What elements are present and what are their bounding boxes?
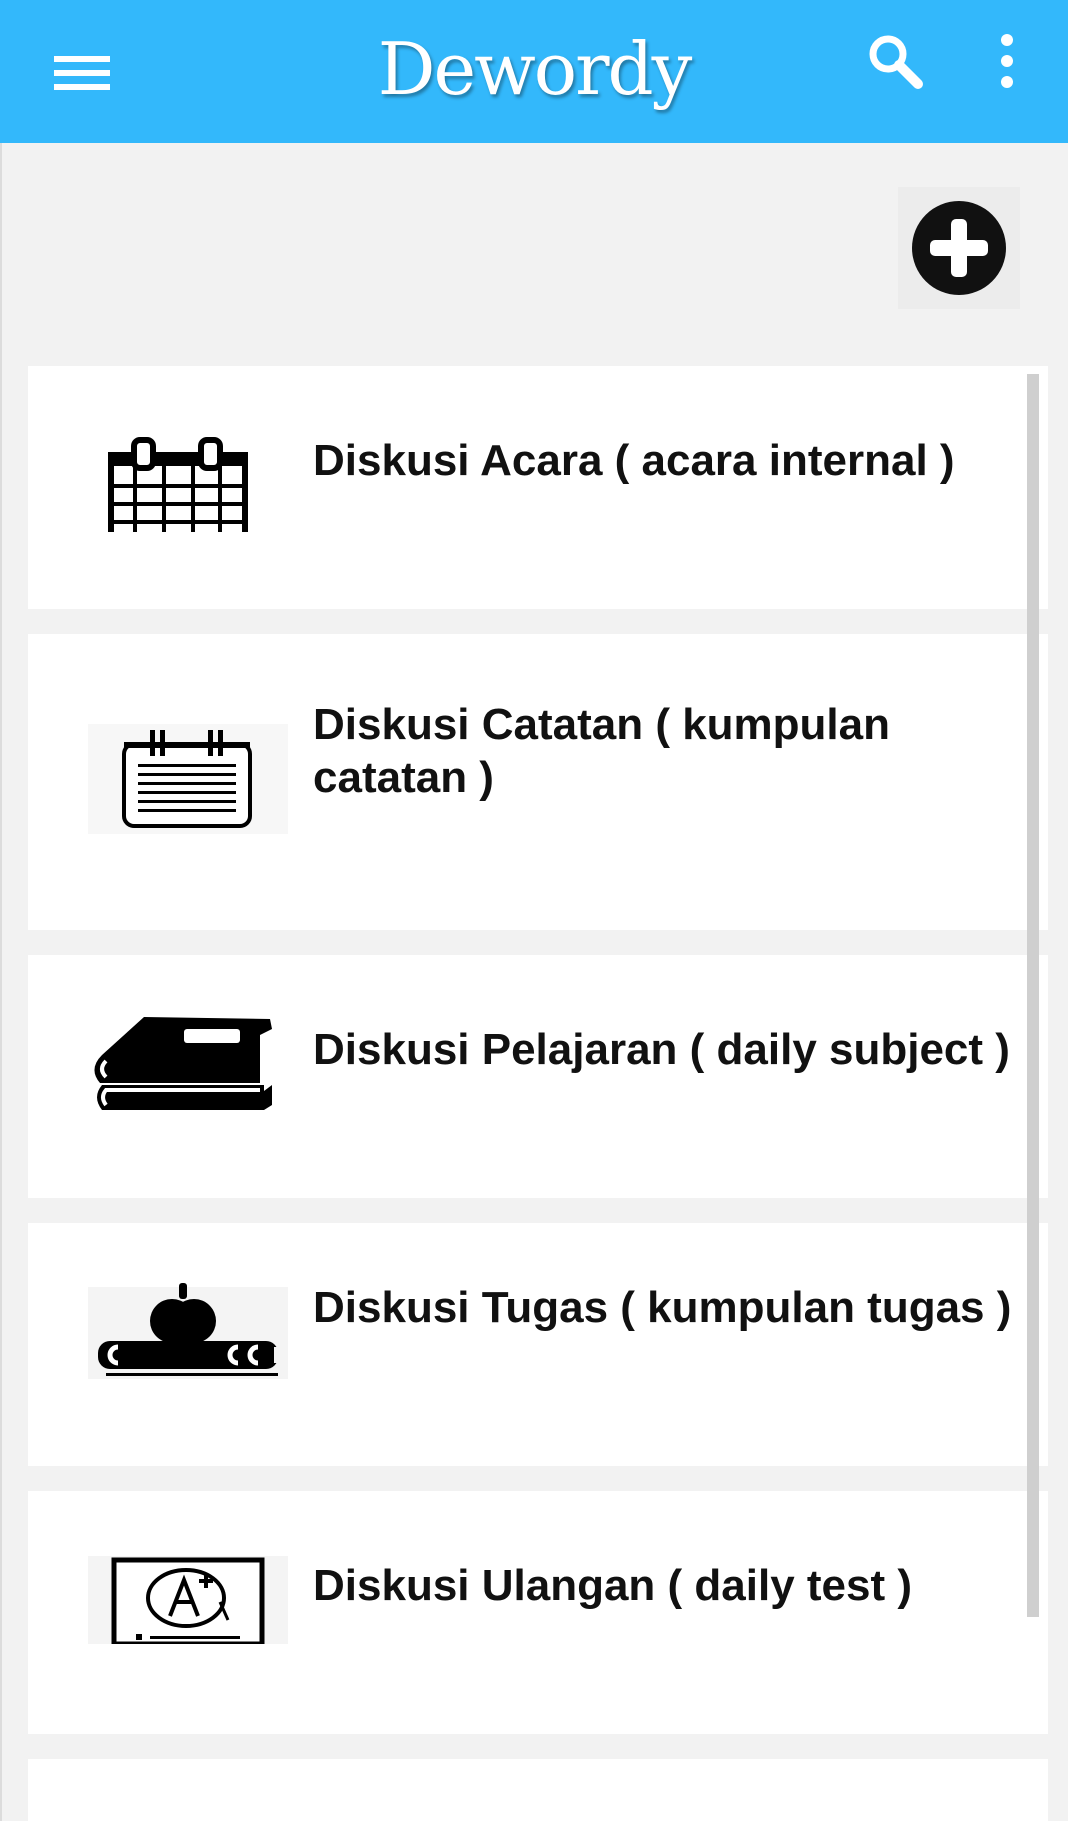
menu-bar-middle: [54, 70, 110, 76]
notepad-icon: [88, 724, 288, 834]
dot-1: [1001, 34, 1013, 46]
calendar-icon: [88, 436, 288, 532]
discussion-item-tugas[interactable]: Diskusi Tugas ( kumpulan tugas ): [28, 1223, 1048, 1466]
search-icon[interactable]: [860, 26, 930, 96]
more-vertical-icon[interactable]: [985, 26, 1029, 96]
books-icon: [88, 1015, 288, 1110]
discussion-label: Diskusi Acara ( acara internal ): [313, 436, 955, 485]
dot-2: [1001, 55, 1013, 67]
app-title: Dewordy: [377, 27, 693, 111]
dot-3: [1001, 76, 1013, 88]
discussion-item-catatan[interactable]: Diskusi Catatan ( kumpulan catatan ): [28, 634, 1048, 930]
discussion-item-acara[interactable]: Diskusi Acara ( acara internal ): [28, 366, 1048, 609]
menu-bar-top: [54, 56, 110, 62]
discussion-label: Diskusi Pelajaran ( daily subject ): [313, 1025, 1010, 1074]
graded-test-icon: [88, 1556, 288, 1647]
discussion-item-ulangan[interactable]: Diskusi Ulangan ( daily test ): [28, 1491, 1048, 1734]
hamburger-menu-icon[interactable]: [40, 30, 124, 114]
menu-bar-bottom: [54, 84, 110, 90]
discussion-label: Diskusi Tugas ( kumpulan tugas ): [313, 1283, 1012, 1332]
discussion-item-pelajaran[interactable]: Diskusi Pelajaran ( daily subject ): [28, 955, 1048, 1198]
apple-on-books-icon: [88, 1283, 288, 1379]
plus-circle-icon[interactable]: [898, 187, 1020, 309]
discussion-label: Diskusi Catatan ( kumpulan catatan ): [313, 700, 891, 802]
app-bar: Dewordy: [0, 0, 1068, 143]
discussion-item-partial[interactable]: [28, 1759, 1048, 1821]
scrollbar[interactable]: [1027, 374, 1039, 1617]
discussion-label: Diskusi Ulangan ( daily test ): [313, 1561, 913, 1610]
